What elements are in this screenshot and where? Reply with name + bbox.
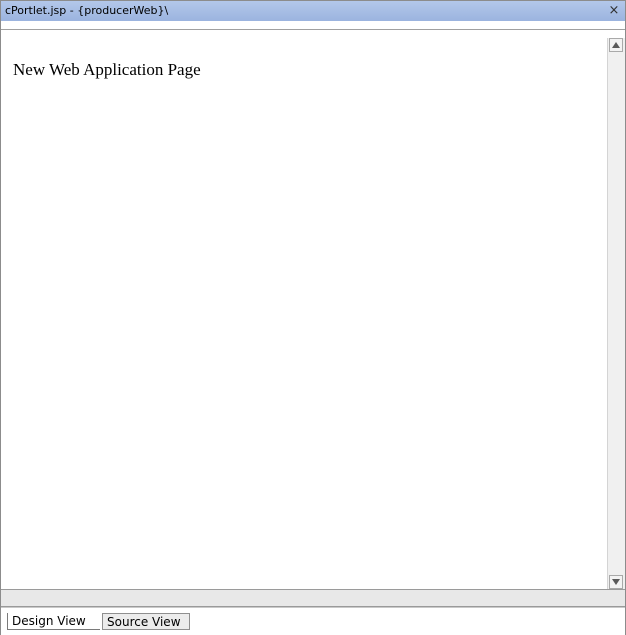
scroll-down-button[interactable]	[609, 575, 623, 589]
scroll-up-button[interactable]	[609, 38, 623, 52]
arrow-down-icon	[612, 579, 620, 585]
view-tab-bar: Design View Source View	[1, 607, 625, 635]
header-separator	[1, 21, 625, 30]
vertical-scrollbar[interactable]	[607, 38, 625, 589]
tab-source-view[interactable]: Source View	[102, 613, 190, 630]
title-bar: cPortlet.jsp - {producerWeb}\ ×	[1, 1, 625, 22]
editor-window: cPortlet.jsp - {producerWeb}\ × New Web …	[0, 0, 626, 635]
tab-design-view[interactable]: Design View	[7, 613, 100, 630]
design-canvas[interactable]: New Web Application Page	[1, 30, 625, 589]
window-title: cPortlet.jsp - {producerWeb}\	[5, 4, 169, 17]
close-icon[interactable]: ×	[607, 1, 621, 21]
page-content-text[interactable]: New Web Application Page	[13, 60, 201, 80]
arrow-up-icon	[612, 42, 620, 48]
status-bar	[1, 589, 625, 607]
